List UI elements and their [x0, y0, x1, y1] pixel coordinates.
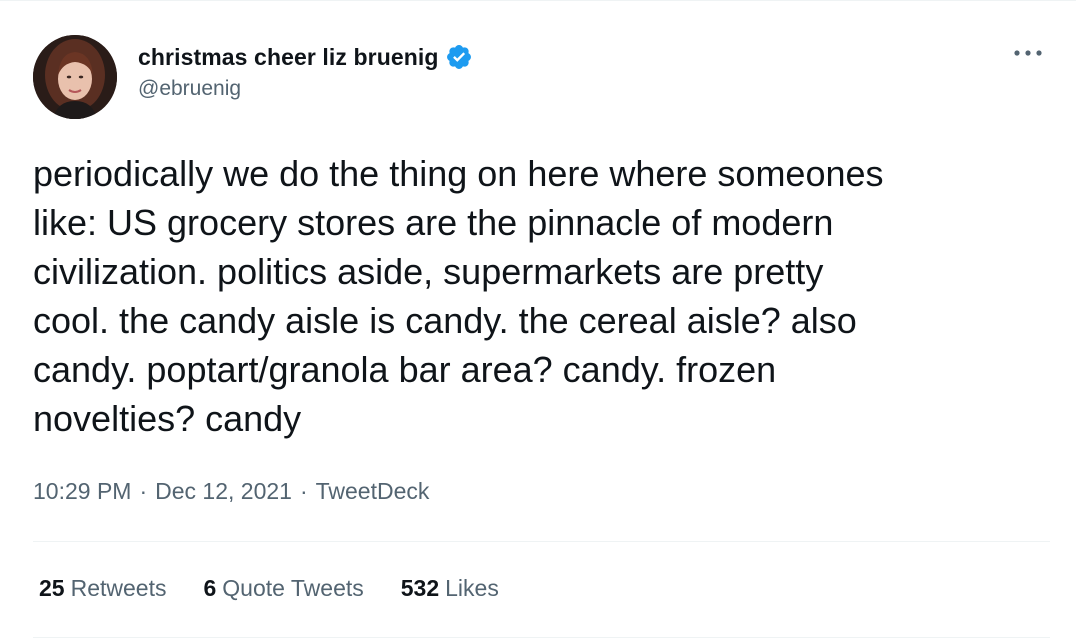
- likes-label: Likes: [445, 575, 499, 601]
- divider: [33, 637, 1050, 638]
- meta-separator: ·: [139, 478, 148, 504]
- tweet-stats: 25 Retweets 6 Quote Tweets 532 Likes: [39, 575, 536, 602]
- handle[interactable]: @ebruenig: [138, 77, 473, 101]
- quote-tweets-count: 6: [203, 575, 217, 601]
- verified-badge-icon: [445, 43, 473, 71]
- retweets-stat[interactable]: 25 Retweets: [39, 575, 166, 602]
- more-button[interactable]: [1008, 41, 1048, 65]
- profile-photo-icon: [33, 35, 117, 119]
- author-block: christmas cheer liz bruenig @ebruenig: [138, 41, 473, 101]
- divider: [33, 541, 1050, 542]
- tweet-text: periodically we do the thing on here whe…: [33, 153, 884, 439]
- avatar[interactable]: [33, 35, 117, 119]
- tweet-card: christmas cheer liz bruenig @ebruenig pe…: [0, 0, 1076, 642]
- tweet-date[interactable]: Dec 12, 2021: [155, 478, 292, 505]
- likes-count: 532: [400, 575, 440, 601]
- quote-tweets-stat[interactable]: 6 Quote Tweets: [203, 575, 363, 602]
- retweets-label: Retweets: [70, 575, 167, 601]
- likes-stat[interactable]: 532 Likes: [401, 575, 499, 602]
- display-name[interactable]: christmas cheer liz bruenig: [138, 44, 439, 71]
- more-dots-icon: [1014, 50, 1042, 56]
- retweets-count: 25: [39, 575, 65, 601]
- tweet-meta: 10:29 PM · Dec 12, 2021 · TweetDeck: [33, 478, 429, 505]
- name-row: christmas cheer liz bruenig: [138, 41, 473, 73]
- quote-tweets-label: Quote Tweets: [222, 575, 364, 601]
- tweet-source-link[interactable]: TweetDeck: [316, 478, 430, 505]
- tweet-time[interactable]: 10:29 PM: [33, 478, 131, 505]
- meta-separator: ·: [299, 478, 308, 504]
